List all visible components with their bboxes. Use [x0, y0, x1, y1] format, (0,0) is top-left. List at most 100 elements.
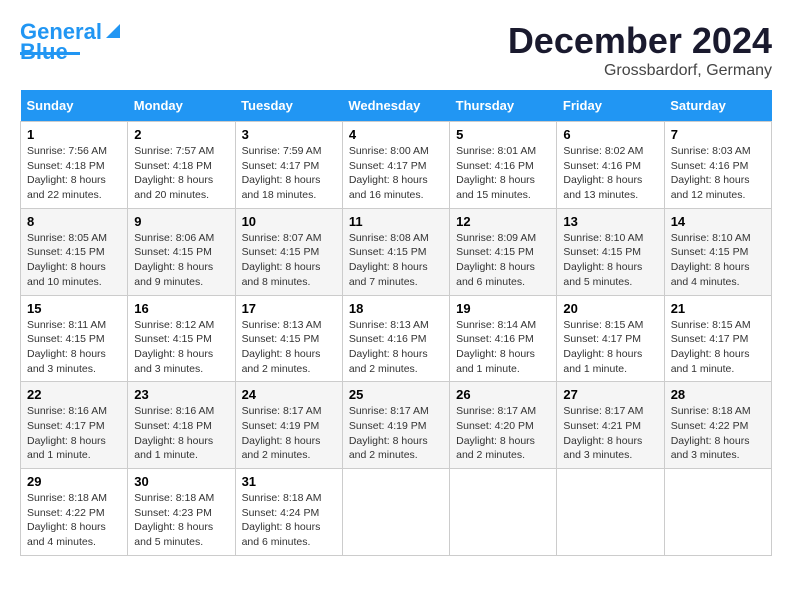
- calendar-cell: 12 Sunrise: 8:09 AMSunset: 4:15 PMDayligh…: [450, 208, 557, 295]
- calendar-cell: 17Sunrise: 8:13 AMSunset: 4:15 PMDayligh…: [235, 295, 342, 382]
- calendar-cell: 30 Sunrise: 8:18 AMSunset: 4:23 PMDayligh…: [128, 469, 235, 556]
- header-sunday: Sunday: [21, 90, 128, 122]
- cell-content: Sunrise: 8:05 AMSunset: 4:15 PMDaylight:…: [27, 231, 121, 290]
- calendar-cell: 27Sunrise: 8:17 AMSunset: 4:21 PMDayligh…: [557, 382, 664, 469]
- calendar-week-row: 22Sunrise: 8:16 AMSunset: 4:17 PMDayligh…: [21, 382, 772, 469]
- cell-content: Sunrise: 8:15 AMSunset: 4:17 PMDaylight:…: [563, 318, 657, 377]
- calendar-cell: 20 Sunrise: 8:15 AMSunset: 4:17 PMDayligh…: [557, 295, 664, 382]
- calendar-table: SundayMondayTuesdayWednesdayThursdayFrid…: [20, 90, 772, 556]
- day-number: 20: [563, 301, 657, 316]
- cell-content: Sunrise: 8:17 AMSunset: 4:20 PMDaylight:…: [456, 404, 550, 463]
- day-number: 16: [134, 301, 228, 316]
- day-number: 19: [456, 301, 550, 316]
- calendar-cell: 14 Sunrise: 8:10 AMSunset: 4:15 PMDayligh…: [664, 208, 771, 295]
- day-number: 1: [27, 127, 121, 142]
- day-number: 2: [134, 127, 228, 142]
- cell-content: Sunrise: 7:59 AMSunset: 4:17 PMDaylight:…: [242, 144, 336, 203]
- day-number: 23: [134, 387, 228, 402]
- cell-content: Sunrise: 7:56 AMSunset: 4:18 PMDaylight:…: [27, 144, 121, 203]
- day-number: 8: [27, 214, 121, 229]
- cell-content: Sunrise: 8:16 AMSunset: 4:18 PMDaylight:…: [134, 404, 228, 463]
- calendar-cell: 23 Sunrise: 8:16 AMSunset: 4:18 PMDayligh…: [128, 382, 235, 469]
- cell-content: Sunrise: 8:09 AMSunset: 4:15 PMDaylight:…: [456, 231, 550, 290]
- logo: General Blue: [20, 20, 122, 55]
- day-number: 5: [456, 127, 550, 142]
- header-friday: Friday: [557, 90, 664, 122]
- calendar-cell: 2 Sunrise: 7:57 AMSunset: 4:18 PMDaylight…: [128, 122, 235, 209]
- header-tuesday: Tuesday: [235, 90, 342, 122]
- calendar-cell: 22Sunrise: 8:16 AMSunset: 4:17 PMDayligh…: [21, 382, 128, 469]
- calendar-cell: 18Sunrise: 8:13 AMSunset: 4:16 PMDayligh…: [342, 295, 449, 382]
- calendar-week-row: 1 Sunrise: 7:56 AMSunset: 4:18 PMDaylight…: [21, 122, 772, 209]
- location-subtitle: Grossbardorf, Germany: [508, 62, 772, 80]
- day-number: 14: [671, 214, 765, 229]
- calendar-cell: 29 Sunrise: 8:18 AMSunset: 4:22 PMDayligh…: [21, 469, 128, 556]
- calendar-cell: 24Sunrise: 8:17 AMSunset: 4:19 PMDayligh…: [235, 382, 342, 469]
- day-number: 30: [134, 474, 228, 489]
- calendar-cell: 9 Sunrise: 8:06 AMSunset: 4:15 PMDaylight…: [128, 208, 235, 295]
- day-number: 7: [671, 127, 765, 142]
- calendar-cell: 3 Sunrise: 7:59 AMSunset: 4:17 PMDaylight…: [235, 122, 342, 209]
- day-number: 13: [563, 214, 657, 229]
- header-thursday: Thursday: [450, 90, 557, 122]
- cell-content: Sunrise: 8:03 AMSunset: 4:16 PMDaylight:…: [671, 144, 765, 203]
- day-number: 4: [349, 127, 443, 142]
- cell-content: Sunrise: 8:06 AMSunset: 4:15 PMDaylight:…: [134, 231, 228, 290]
- calendar-cell: 6 Sunrise: 8:02 AMSunset: 4:16 PMDaylight…: [557, 122, 664, 209]
- cell-content: Sunrise: 8:15 AMSunset: 4:17 PMDaylight:…: [671, 318, 765, 377]
- calendar-week-row: 15 Sunrise: 8:11 AMSunset: 4:15 PMDayligh…: [21, 295, 772, 382]
- cell-content: Sunrise: 8:02 AMSunset: 4:16 PMDaylight:…: [563, 144, 657, 203]
- month-title: December 2024: [508, 20, 772, 62]
- calendar-cell: 16 Sunrise: 8:12 AMSunset: 4:15 PMDayligh…: [128, 295, 235, 382]
- calendar-cell: 5 Sunrise: 8:01 AMSunset: 4:16 PMDaylight…: [450, 122, 557, 209]
- logo-arrow-icon: [104, 22, 122, 40]
- day-number: 26: [456, 387, 550, 402]
- calendar-cell: 1 Sunrise: 7:56 AMSunset: 4:18 PMDaylight…: [21, 122, 128, 209]
- cell-content: Sunrise: 8:18 AMSunset: 4:23 PMDaylight:…: [134, 491, 228, 550]
- cell-content: Sunrise: 8:01 AMSunset: 4:16 PMDaylight:…: [456, 144, 550, 203]
- cell-content: Sunrise: 8:16 AMSunset: 4:17 PMDaylight:…: [27, 404, 121, 463]
- calendar-cell: 13 Sunrise: 8:10 AMSunset: 4:15 PMDayligh…: [557, 208, 664, 295]
- page-header: General Blue December 2024 Grossbardorf,…: [20, 20, 772, 80]
- calendar-cell: 4 Sunrise: 8:00 AMSunset: 4:17 PMDaylight…: [342, 122, 449, 209]
- cell-content: Sunrise: 8:14 AMSunset: 4:16 PMDaylight:…: [456, 318, 550, 377]
- header-saturday: Saturday: [664, 90, 771, 122]
- cell-content: Sunrise: 8:10 AMSunset: 4:15 PMDaylight:…: [563, 231, 657, 290]
- calendar-cell: 26 Sunrise: 8:17 AMSunset: 4:20 PMDayligh…: [450, 382, 557, 469]
- calendar-cell: 11Sunrise: 8:08 AMSunset: 4:15 PMDayligh…: [342, 208, 449, 295]
- cell-content: Sunrise: 8:11 AMSunset: 4:15 PMDaylight:…: [27, 318, 121, 377]
- day-number: 31: [242, 474, 336, 489]
- cell-content: Sunrise: 8:17 AMSunset: 4:19 PMDaylight:…: [242, 404, 336, 463]
- calendar-cell: 25Sunrise: 8:17 AMSunset: 4:19 PMDayligh…: [342, 382, 449, 469]
- calendar-week-row: 29 Sunrise: 8:18 AMSunset: 4:22 PMDayligh…: [21, 469, 772, 556]
- day-number: 18: [349, 301, 443, 316]
- calendar-cell: 28Sunrise: 8:18 AMSunset: 4:22 PMDayligh…: [664, 382, 771, 469]
- calendar-cell: 8 Sunrise: 8:05 AMSunset: 4:15 PMDaylight…: [21, 208, 128, 295]
- calendar-cell: [557, 469, 664, 556]
- cell-content: Sunrise: 7:57 AMSunset: 4:18 PMDaylight:…: [134, 144, 228, 203]
- logo-underline: [20, 52, 80, 55]
- day-number: 15: [27, 301, 121, 316]
- title-area: December 2024 Grossbardorf, Germany: [508, 20, 772, 80]
- day-number: 11: [349, 214, 443, 229]
- calendar-header-row: SundayMondayTuesdayWednesdayThursdayFrid…: [21, 90, 772, 122]
- calendar-cell: 31 Sunrise: 8:18 AMSunset: 4:24 PMDayligh…: [235, 469, 342, 556]
- calendar-week-row: 8 Sunrise: 8:05 AMSunset: 4:15 PMDaylight…: [21, 208, 772, 295]
- calendar-cell: 10Sunrise: 8:07 AMSunset: 4:15 PMDayligh…: [235, 208, 342, 295]
- calendar-cell: [342, 469, 449, 556]
- calendar-cell: 19 Sunrise: 8:14 AMSunset: 4:16 PMDayligh…: [450, 295, 557, 382]
- cell-content: Sunrise: 8:18 AMSunset: 4:22 PMDaylight:…: [27, 491, 121, 550]
- calendar-cell: [664, 469, 771, 556]
- day-number: 3: [242, 127, 336, 142]
- day-number: 6: [563, 127, 657, 142]
- cell-content: Sunrise: 8:12 AMSunset: 4:15 PMDaylight:…: [134, 318, 228, 377]
- cell-content: Sunrise: 8:10 AMSunset: 4:15 PMDaylight:…: [671, 231, 765, 290]
- day-number: 28: [671, 387, 765, 402]
- cell-content: Sunrise: 8:00 AMSunset: 4:17 PMDaylight:…: [349, 144, 443, 203]
- day-number: 17: [242, 301, 336, 316]
- cell-content: Sunrise: 8:17 AMSunset: 4:19 PMDaylight:…: [349, 404, 443, 463]
- day-number: 29: [27, 474, 121, 489]
- day-number: 9: [134, 214, 228, 229]
- cell-content: Sunrise: 8:18 AMSunset: 4:24 PMDaylight:…: [242, 491, 336, 550]
- day-number: 12: [456, 214, 550, 229]
